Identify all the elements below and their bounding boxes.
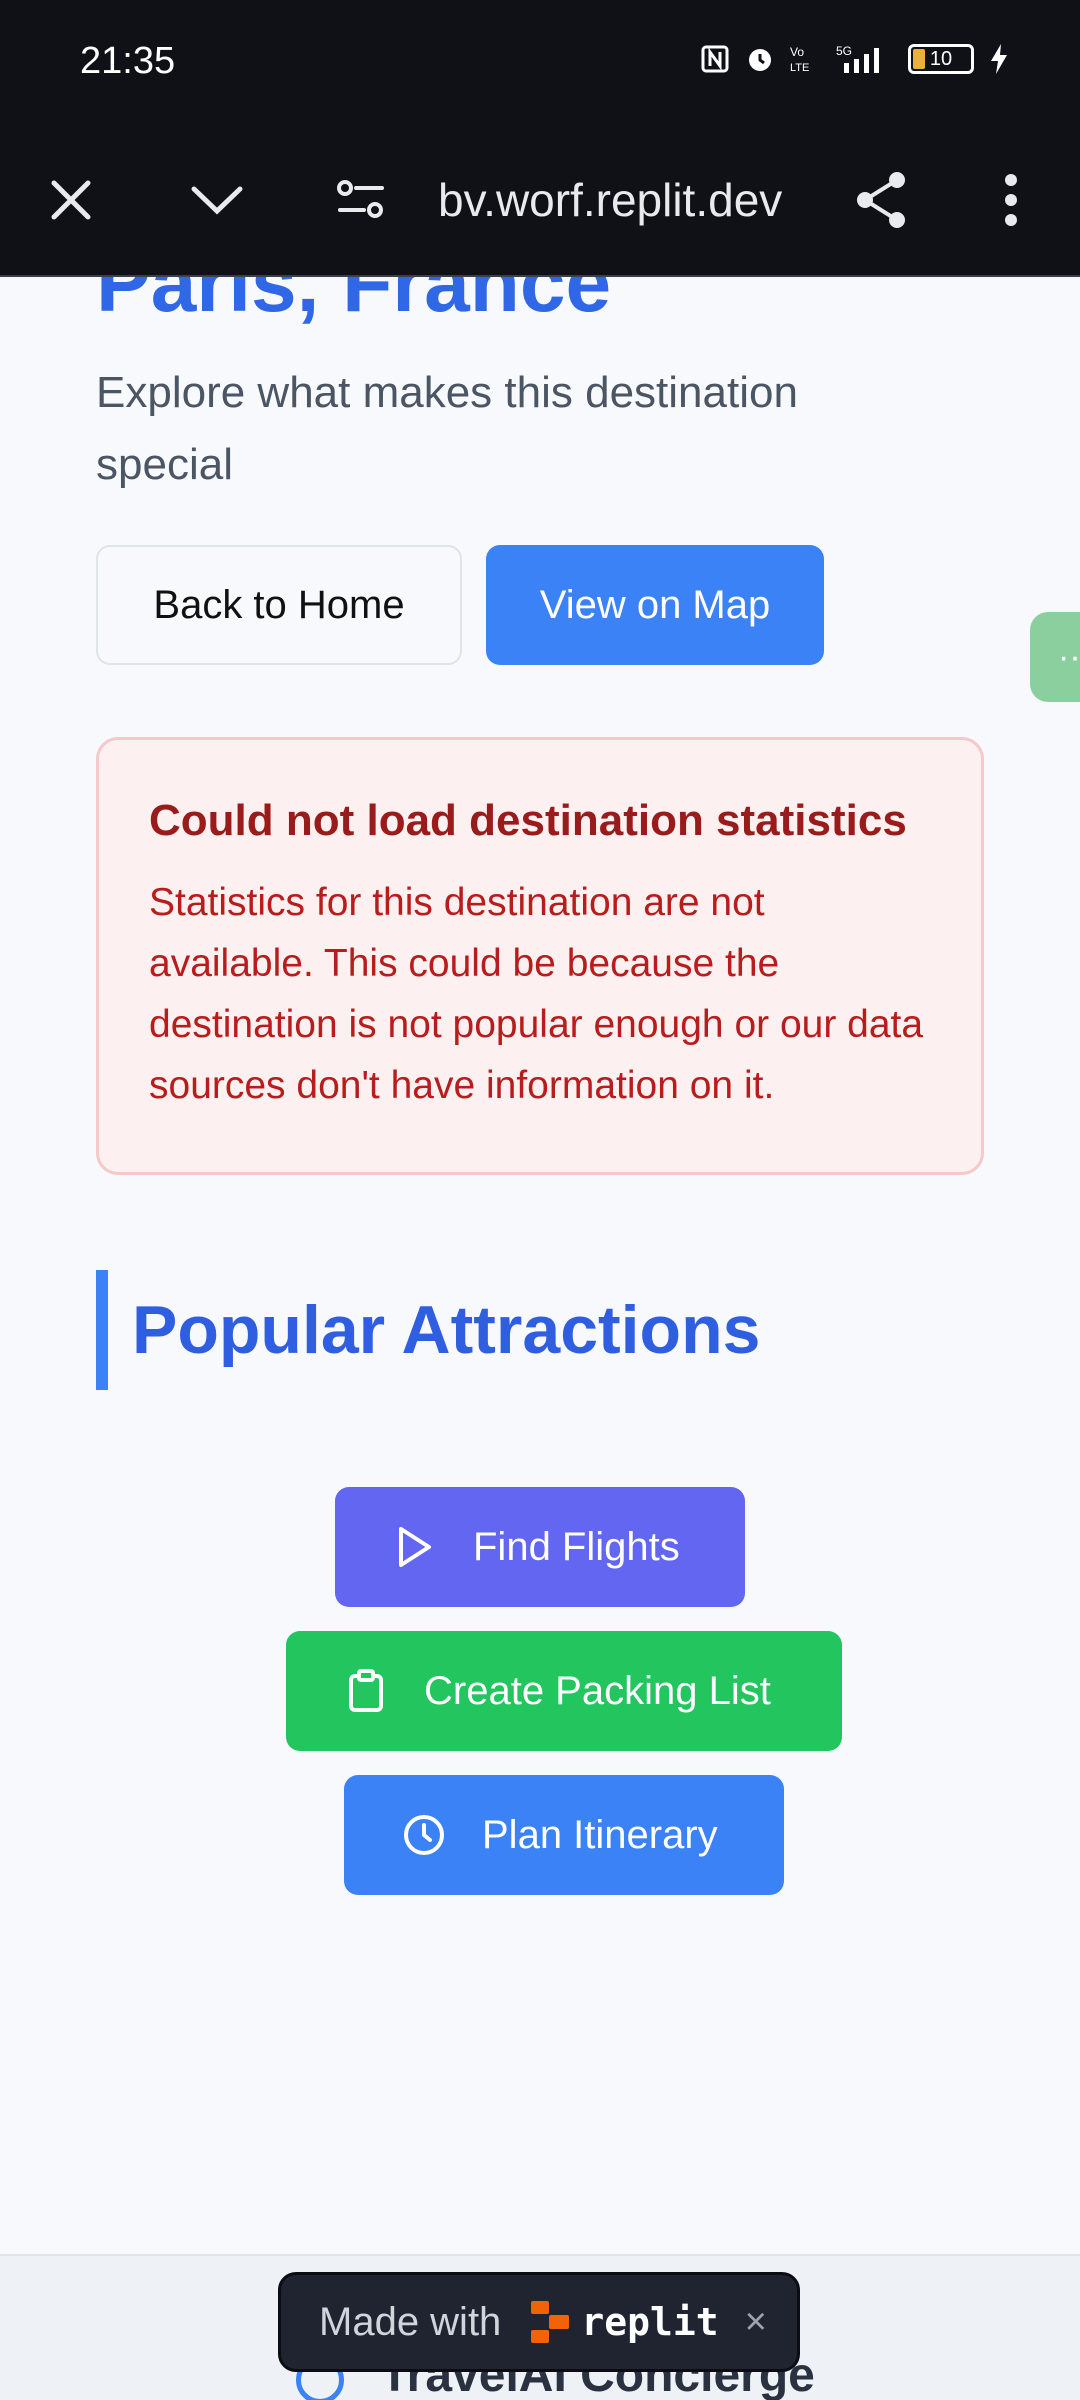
create-packing-list-button[interactable]: Create Packing List (286, 1631, 842, 1751)
share-icon (857, 172, 905, 228)
share-button[interactable] (846, 165, 916, 235)
alarm-icon (749, 49, 771, 71)
clipboard-icon (336, 1661, 396, 1721)
badge-close-icon[interactable]: × (745, 2301, 767, 2344)
page-title: Paris, France (96, 277, 612, 329)
play-icon (385, 1517, 445, 1577)
svg-text:5G: 5G (836, 44, 852, 58)
minimize-button[interactable] (182, 165, 252, 235)
more-icon (1005, 174, 1017, 226)
replit-logo-icon (529, 2299, 571, 2345)
svg-text:LTE: LTE (790, 62, 809, 74)
alert-body: Statistics for this destination are not … (149, 881, 924, 1107)
5g-signal-icon: 5G (836, 44, 879, 73)
nfc-icon (701, 45, 729, 73)
alert-title: Could not load destination statistics (149, 796, 907, 845)
more-options-button[interactable] (976, 165, 1046, 235)
badge-prefix: Made with (319, 2299, 502, 2344)
status-bar: 21:35 Vo LTE 5G 10 (0, 0, 1080, 125)
view-on-map-button[interactable]: View on Map (486, 545, 824, 665)
page-content: Paris, France Explore what makes this de… (0, 277, 1080, 2254)
made-with-replit-badge[interactable]: Made with replit × (278, 2272, 800, 2372)
page-subtitle: Explore what makes this destination spec… (96, 368, 798, 489)
chevron-down-icon (191, 186, 243, 215)
create-packing-list-label: Create Packing List (424, 1668, 771, 1713)
find-flights-button[interactable]: Find Flights (335, 1487, 745, 1607)
close-tab-button[interactable] (36, 165, 106, 235)
plan-itinerary-label: Plan Itinerary (482, 1812, 718, 1857)
volte-icon: Vo LTE (790, 45, 809, 74)
section-heading: Popular Attractions (96, 1270, 760, 1390)
plan-itinerary-button[interactable]: Plan Itinerary (344, 1775, 784, 1895)
charging-icon (991, 44, 1007, 74)
site-settings-icon (337, 180, 384, 218)
close-icon (51, 180, 91, 220)
back-to-home-button[interactable]: Back to Home (96, 545, 462, 665)
error-alert: Could not load destination statistics St… (96, 737, 984, 1175)
url-bar[interactable]: bv.worf.replit.dev (438, 165, 818, 235)
find-flights-label: Find Flights (473, 1524, 680, 1569)
clock-icon (394, 1805, 454, 1865)
section-title: Popular Attractions (132, 1292, 761, 1368)
battery-icon: 10 (908, 44, 974, 74)
side-chat-handle[interactable]: ·· (1030, 612, 1080, 702)
status-time: 21:35 (80, 40, 176, 82)
site-settings-button[interactable] (326, 165, 396, 235)
battery-level: 10 (929, 47, 953, 70)
badge-brand: replit (581, 2300, 719, 2344)
status-icons: Vo LTE 5G 10 (700, 42, 1010, 76)
svg-text:Vo: Vo (790, 45, 804, 59)
browser-toolbar: bv.worf.replit.dev (0, 125, 1080, 277)
ellipsis-icon: ·· (1058, 637, 1080, 676)
